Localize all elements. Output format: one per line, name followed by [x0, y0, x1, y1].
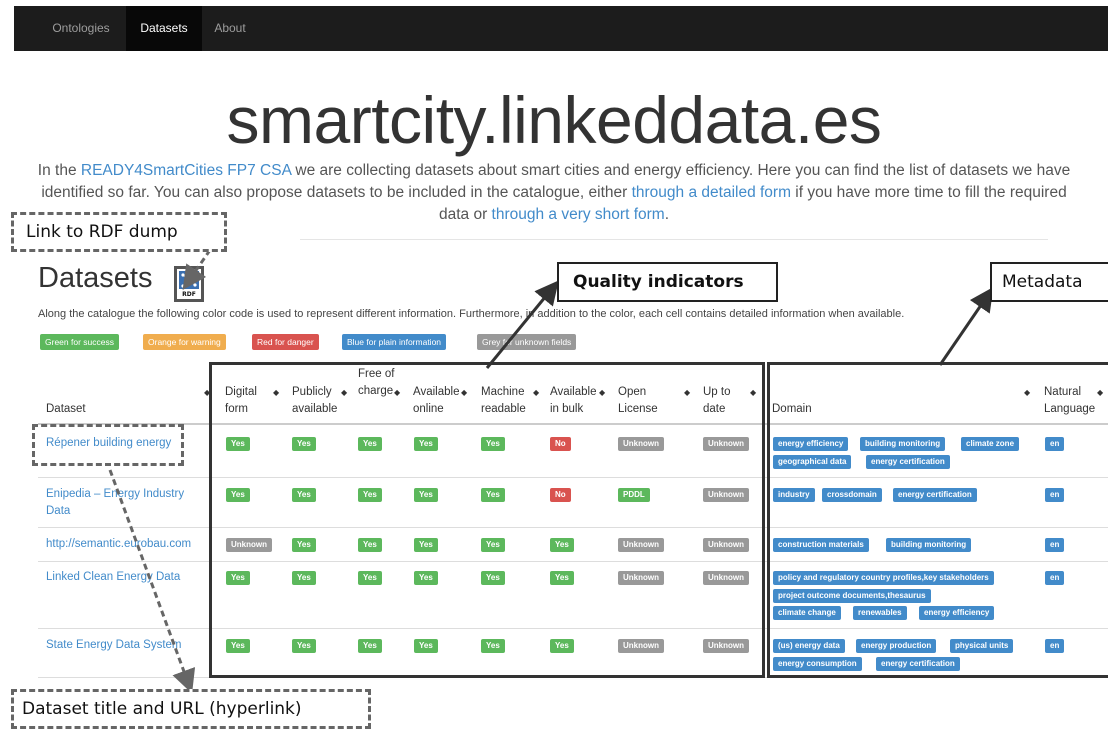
navbar: Ontologies Datasets About	[14, 6, 1108, 51]
rdf-icon-label: RDF	[182, 291, 196, 298]
dataset-link-eurobau[interactable]: http://semantic.eurobau.com	[46, 536, 208, 553]
metadata-callout-label: Metadata	[1002, 272, 1083, 292]
ready4smartcities-link[interactable]: READY4SmartCities FP7 CSA	[81, 162, 291, 179]
section-title: Datasets	[38, 262, 153, 294]
legend-warning: Orange for warning	[143, 334, 226, 350]
site-title: smartcity.linkeddata.es	[226, 83, 882, 157]
divider	[300, 239, 1048, 240]
legend-info: Blue for plain information	[342, 334, 447, 350]
metadata-frame	[767, 362, 1108, 678]
color-code-description: Along the catalogue the following color …	[38, 308, 905, 320]
dataset-title-callout-label: Dataset title and URL (hyperlink)	[22, 699, 302, 719]
quality-indicators-callout-label: Quality indicators	[573, 272, 744, 292]
detailed-form-link[interactable]: through a detailed form	[632, 184, 791, 201]
dataset-link-linked-clean-energy[interactable]: Linked Clean Energy Data	[46, 569, 180, 586]
quality-indicators-frame	[209, 362, 765, 678]
rdf-dump-callout-label: Link to RDF dump	[26, 222, 178, 242]
legend-unknown: Grey for unknown fields	[477, 334, 577, 350]
intro-text-part: .	[664, 206, 670, 223]
nav-item-datasets[interactable]: Datasets	[126, 6, 202, 51]
column-header-dataset[interactable]: Dataset	[46, 401, 86, 418]
nav-item-about[interactable]: About	[204, 6, 256, 51]
legend-danger: Red for danger	[252, 334, 319, 350]
dataset-link-enipedia[interactable]: Enipedia – Energy Industry Data	[46, 486, 201, 520]
intro-text-part: In the	[37, 162, 81, 179]
legend-success: Green for success	[40, 334, 119, 350]
dataset-link-seds[interactable]: State Energy Data System	[46, 637, 182, 654]
rdf-dump-icon[interactable]: RDF	[174, 266, 204, 302]
short-form-link[interactable]: through a very short form	[492, 206, 665, 223]
dataset-link-highlight	[32, 424, 184, 466]
rdf-graph-icon	[179, 271, 199, 289]
nav-item-ontologies[interactable]: Ontologies	[40, 6, 122, 51]
